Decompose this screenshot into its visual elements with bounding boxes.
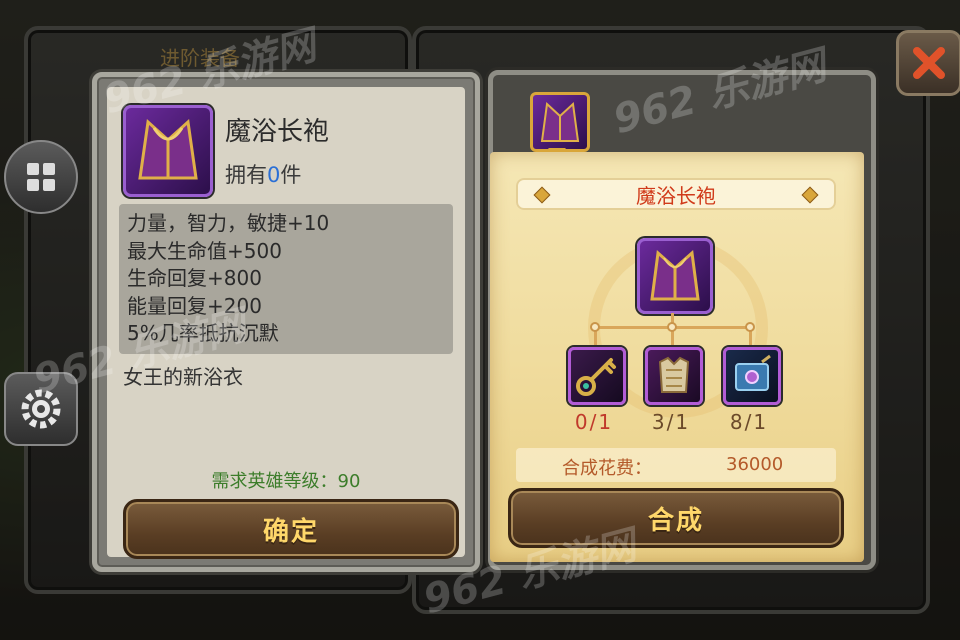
cost-label: 合成花费： bbox=[562, 458, 652, 479]
crafting-title: 魔浴长袍 bbox=[516, 178, 836, 210]
crafting-cost: 合成花费： 36000 bbox=[516, 448, 836, 482]
stat-line: 力量，智力，敏捷+10 bbox=[127, 211, 330, 235]
title-ornament-right bbox=[801, 186, 819, 204]
recipe-node bbox=[590, 322, 600, 332]
item-stats: 力量，智力，敏捷+10 最大生命值+500 生命回复+800 能量回复+200 … bbox=[119, 204, 453, 354]
stat-line: 生命回复+800 bbox=[127, 266, 262, 290]
close-button[interactable] bbox=[896, 30, 960, 96]
selected-equipment-slot[interactable] bbox=[530, 92, 590, 152]
menu-button[interactable] bbox=[4, 140, 78, 214]
confirm-button[interactable]: 确定 bbox=[123, 499, 459, 559]
robe-icon bbox=[123, 105, 213, 197]
cost-value: 36000 bbox=[726, 454, 784, 475]
robe-icon bbox=[540, 101, 580, 142]
material-count: 0/1 bbox=[574, 410, 614, 434]
spellbook-icon[interactable] bbox=[723, 347, 781, 405]
level-requirement: 需求英雄等级：90 bbox=[211, 471, 361, 492]
owned-suffix: 件 bbox=[280, 163, 302, 187]
armor-icon[interactable] bbox=[645, 347, 703, 405]
crafting-scroll: 魔浴长袍 0/1 3/1 8/1 合成花费： 36000 合成 bbox=[490, 152, 864, 562]
key-icon[interactable] bbox=[568, 347, 626, 405]
robe-icon[interactable] bbox=[637, 238, 713, 314]
owned-prefix: 拥有 bbox=[225, 163, 267, 187]
owned-count: 拥有0件 bbox=[225, 159, 301, 189]
stat-line: 能量回复+200 bbox=[127, 293, 262, 318]
item-name: 魔浴长袍 bbox=[225, 117, 330, 147]
owned-number: 0 bbox=[267, 163, 281, 187]
stat-line: 5%几率抵抗沉默 bbox=[127, 321, 279, 345]
recipe-node bbox=[745, 322, 755, 332]
item-detail-body: 魔浴长袍 拥有0件 力量，智力，敏捷+10 最大生命值+500 生命回复+800… bbox=[107, 87, 465, 559]
crafting-item-name: 魔浴长袍 bbox=[636, 183, 716, 208]
item-detail-panel: 魔浴长袍 拥有0件 力量，智力，敏捷+10 最大生命值+500 生命回复+800… bbox=[92, 72, 480, 572]
stat-line: 最大生命值+500 bbox=[127, 238, 282, 263]
material-count: 3/1 bbox=[651, 410, 691, 434]
item-description: 女王的新浴衣 bbox=[123, 365, 243, 389]
settings-button[interactable] bbox=[4, 372, 78, 446]
recipe-node bbox=[667, 322, 677, 332]
material-count: 8/1 bbox=[729, 410, 769, 434]
close-icon bbox=[913, 47, 945, 79]
gear-icon bbox=[21, 389, 61, 429]
title-ornament-left bbox=[533, 186, 551, 204]
grid-icon bbox=[27, 163, 55, 191]
craft-button[interactable]: 合成 bbox=[508, 488, 844, 548]
